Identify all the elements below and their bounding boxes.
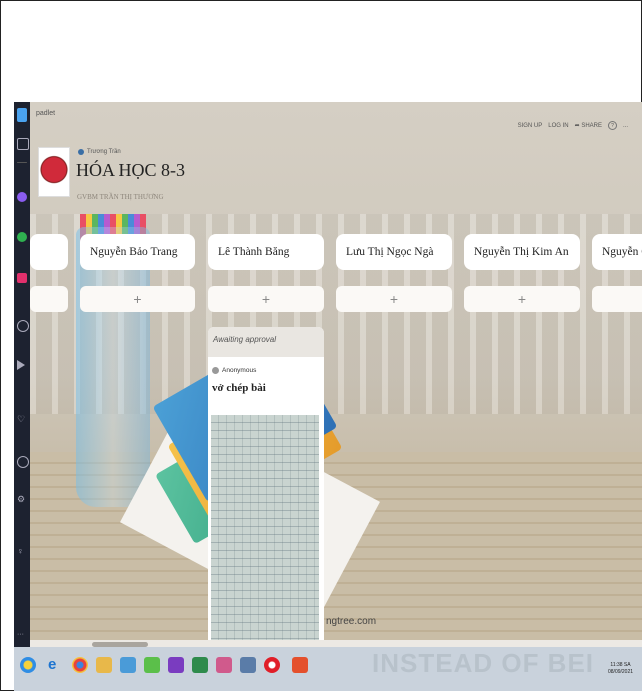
column-title: Nguyễn Thị Kim An [474, 246, 569, 258]
app-icon[interactable] [216, 657, 232, 673]
app-icon[interactable] [144, 657, 160, 673]
excel-icon[interactable] [192, 657, 208, 673]
board-avatar [38, 147, 70, 197]
help-icon[interactable]: ? [607, 121, 617, 130]
taskbar-banner-text: INSTEAD OF BEI [372, 648, 595, 678]
padlet-header: padlet SIGN UP LOG IN ➦ SHARE ? ... [30, 102, 642, 142]
column-title: Lê Thành Băng [218, 246, 290, 258]
start-icon[interactable] [20, 657, 36, 673]
instagram-icon[interactable] [17, 273, 27, 283]
internet-explorer-icon[interactable]: e [48, 657, 64, 673]
author-avatar-icon [78, 149, 84, 155]
home-icon[interactable] [17, 138, 29, 150]
clock-time: 11:38 SA [610, 662, 631, 668]
post-status: Awaiting approval [208, 327, 324, 357]
add-post-button[interactable]: + [336, 286, 452, 312]
separator-icon [17, 162, 27, 163]
board-author-name[interactable]: Trương Trần [87, 149, 121, 155]
column-title: Nguyễn Bảo Trang [90, 246, 178, 258]
header-nav: SIGN UP LOG IN ➦ SHARE ? ... [518, 121, 628, 130]
padlet-background [30, 102, 642, 647]
post-author: Anonymous [212, 367, 324, 374]
settings-icon[interactable]: ⚙ [17, 494, 27, 504]
sign-up-link[interactable]: SIGN UP [518, 123, 543, 129]
system-tray-clock[interactable]: 11:38 SA 08/09/2021 [608, 662, 633, 676]
post-card[interactable]: Awaiting approval Anonymous vở chép bài [208, 327, 324, 647]
clock-icon[interactable] [17, 456, 29, 468]
add-post-button[interactable]: + [464, 286, 580, 312]
post-author-name: Anonymous [222, 367, 257, 374]
share-button[interactable]: ➦ SHARE [575, 122, 602, 129]
file-explorer-icon[interactable] [96, 657, 112, 673]
heart-icon[interactable]: ♡ [17, 414, 27, 424]
board-subtitle: GVBM TRẦN THỊ THƯƠNG [77, 193, 164, 201]
send-icon[interactable] [17, 360, 25, 370]
board-title: HÓA HỌC 8-3 [76, 160, 186, 180]
play-circle-icon[interactable] [17, 320, 29, 332]
opera-icon[interactable] [264, 657, 280, 673]
column-header-partial[interactable] [30, 234, 68, 270]
add-post-button[interactable] [30, 286, 68, 312]
whatsapp-icon[interactable] [17, 232, 27, 242]
add-post-button[interactable]: + [80, 286, 195, 312]
column-header[interactable]: Nguyễn Qu [592, 234, 642, 270]
desktop-screen: ♡ ⚙ ♀ ··· padlet SIGN UP LOG IN ➦ SHARE … [14, 102, 642, 691]
app-launcher-icon[interactable] [17, 108, 27, 122]
column-title: Nguyễn Qu [602, 246, 642, 258]
visual-studio-icon[interactable] [168, 657, 184, 673]
chrome-icon[interactable] [72, 657, 88, 673]
add-post-button[interactable]: + [208, 286, 324, 312]
app-icon[interactable] [292, 657, 308, 673]
column-title: Lưu Thị Ngọc Ngà [346, 246, 434, 258]
add-post-button[interactable] [592, 286, 642, 312]
column-header[interactable]: Nguyễn Thị Kim An [464, 234, 580, 270]
post-title: vở chép bài [212, 382, 266, 394]
lightbulb-icon[interactable]: ♀ [17, 546, 27, 556]
more-options-icon[interactable]: ... [623, 123, 628, 129]
column-header[interactable]: Lưu Thị Ngọc Ngà [336, 234, 452, 270]
media-icon[interactable] [120, 657, 136, 673]
post-attachment-image[interactable] [211, 415, 319, 647]
more-icon[interactable]: ··· [17, 631, 27, 642]
column-header[interactable]: Lê Thành Băng [208, 234, 324, 270]
log-in-link[interactable]: LOG IN [548, 123, 568, 129]
watermark-text: ngtree.com [326, 616, 377, 627]
padlet-logo[interactable]: padlet [36, 110, 55, 117]
board-author: Trương Trần [78, 149, 121, 155]
anonymous-avatar-icon [212, 367, 219, 374]
messenger-icon[interactable] [17, 192, 27, 202]
left-app-sidebar: ♡ ⚙ ♀ ··· [14, 102, 30, 647]
share-label: SHARE [581, 123, 602, 129]
clock-date: 08/09/2021 [608, 669, 634, 675]
app-icon[interactable] [240, 657, 256, 673]
column-header[interactable]: Nguyễn Bảo Trang [80, 234, 195, 270]
